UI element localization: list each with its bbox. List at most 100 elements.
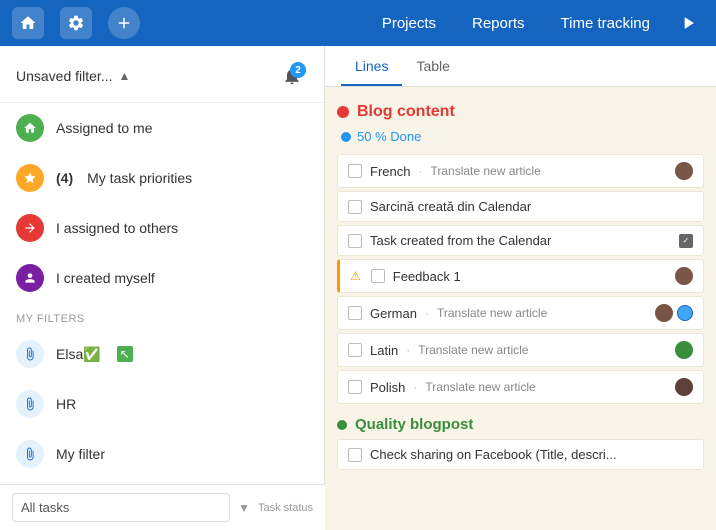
task-checkbox[interactable] [348,343,362,357]
home-icon[interactable] [12,7,44,39]
topbar-left [12,7,140,39]
filter-item-elsa[interactable]: Elsa✅ ↖ [0,329,324,379]
filter-dropdown: Unsaved filter... ▲ 2 Assigned to me (4)… [0,46,325,530]
task-name: Latin [370,343,398,358]
task-desc: Translate new article [430,164,540,178]
quality-blogpost-title: Quality blogpost [355,416,473,433]
task-priorities-label: My task priorities [87,170,192,186]
tag-icon: ✓ [679,234,693,248]
task-checkbox[interactable] [348,448,362,462]
nav-reports[interactable]: Reports [458,7,539,40]
my-filter-label: My filter [56,446,105,462]
assigned-to-others-label: I assigned to others [56,220,178,236]
progress-row: 50 % Done [337,129,704,144]
quality-blogpost-header: Quality blogpost [337,416,704,433]
nav-time-tracking[interactable]: Time tracking [547,7,664,40]
task-avatar [675,267,693,285]
main-content: Lines Table Blog content 50 % Done Frenc… [325,46,716,530]
elsa-filter-icon [16,340,44,368]
topbar-nav: Projects Reports Time tracking [368,7,704,40]
play-icon[interactable] [672,7,704,39]
filter-item-my-filter[interactable]: My filter [0,429,324,479]
task-priorities-count: (4) [56,170,73,186]
task-avatar [675,378,693,396]
task-row: Latin · Translate new article [337,333,704,367]
task-extra [675,378,693,396]
progress-dot [341,132,351,142]
task-name: Task created from the Calendar [370,233,551,248]
elsa-cursor: ↖ [117,346,133,362]
gear-icon[interactable] [60,7,92,39]
task-extra [675,341,693,359]
menu-item-task-priorities[interactable]: (4) My task priorities [0,153,324,203]
filter-header: Unsaved filter... ▲ 2 [0,46,324,103]
task-name: Sarcină creată din Calendar [370,199,531,214]
task-name: German [370,306,417,321]
task-name: French [370,164,410,179]
notification-button[interactable]: 2 [276,60,308,92]
filter-title: Unsaved filter... [16,68,113,84]
task-name: Check sharing on Facebook (Title, descri… [370,447,617,462]
task-desc: Translate new article [437,306,547,320]
filter-item-hr[interactable]: HR [0,379,324,429]
created-myself-icon [16,264,44,292]
menu-item-assigned-to-others[interactable]: I assigned to others [0,203,324,253]
my-filter-icon [16,440,44,468]
tabs-row: Lines Table [325,46,716,87]
task-name: Feedback 1 [393,269,461,284]
select-chevron-icon: ▼ [238,501,250,515]
status-circle [677,305,693,321]
created-myself-label: I created myself [56,270,155,286]
hr-filter-label: HR [56,396,76,412]
bottom-bar: All tasks ▼ Task status [0,484,325,530]
task-row: German · Translate new article [337,296,704,330]
warning-icon: ⚠ [350,269,361,283]
blog-content-title: Blog content [357,103,455,121]
tab-table[interactable]: Table [402,46,463,86]
filter-title-button[interactable]: Unsaved filter... ▲ [16,68,130,84]
task-row: ⚠ Feedback 1 [337,259,704,293]
task-desc: Translate new article [418,343,528,357]
task-extra [675,162,693,180]
task-row: Check sharing on Facebook (Title, descri… [337,439,704,470]
hr-filter-icon [16,390,44,418]
blog-content-dot [337,106,349,118]
quality-blogpost-dot [337,420,347,430]
my-filters-label: My filters [0,303,324,329]
menu-item-assigned-to-me[interactable]: Assigned to me [0,103,324,153]
task-row: French · Translate new article [337,154,704,188]
assigned-to-others-icon [16,214,44,242]
task-checkbox[interactable] [348,200,362,214]
task-priorities-icon [16,164,44,192]
chevron-up-icon: ▲ [119,69,131,83]
task-checkbox[interactable] [348,164,362,178]
task-extra: ✓ [679,234,693,248]
content-area: Blog content 50 % Done French · Translat… [325,87,716,526]
task-name: Polish [370,380,405,395]
task-avatar [675,162,693,180]
tab-lines[interactable]: Lines [341,46,402,86]
task-row: Task created from the Calendar ✓ [337,225,704,256]
blog-content-header: Blog content [337,103,704,121]
add-icon[interactable] [108,7,140,39]
task-row: Sarcină creată din Calendar [337,191,704,222]
task-row: Polish · Translate new article [337,370,704,404]
notification-count: 2 [290,62,306,78]
task-extra [675,267,693,285]
assigned-to-me-label: Assigned to me [56,120,153,136]
task-checkbox[interactable] [348,306,362,320]
task-status-label: Task status [258,502,313,514]
task-filter-select[interactable]: All tasks [12,493,230,522]
progress-label: 50 % Done [357,129,421,144]
task-checkbox[interactable] [348,234,362,248]
assigned-to-me-icon [16,114,44,142]
task-extra [655,304,693,322]
task-checkbox[interactable] [348,380,362,394]
nav-projects[interactable]: Projects [368,7,450,40]
task-checkbox[interactable] [371,269,385,283]
task-desc: Translate new article [425,380,535,394]
task-avatar [675,341,693,359]
topbar: Projects Reports Time tracking [0,0,716,46]
menu-item-created-myself[interactable]: I created myself [0,253,324,303]
task-avatar [655,304,673,322]
